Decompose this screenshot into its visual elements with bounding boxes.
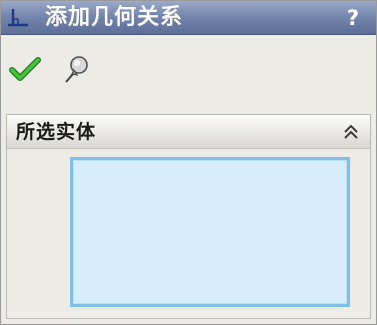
title-bar: 添加几何关系 ? [1,1,376,35]
pushpin-icon [65,56,88,83]
selected-entities-group: 所选实体 [6,114,371,319]
collapse-button[interactable] [340,121,362,143]
selected-entities-list[interactable] [70,157,350,307]
add-relation-icon [7,7,29,29]
panel-title: 添加几何关系 [45,5,184,30]
checkmark-icon [9,57,41,81]
help-button[interactable]: ? [344,5,362,31]
selected-entities-title: 所选实体 [16,121,97,143]
ok-button[interactable] [9,56,41,84]
property-manager-panel: 添加几何关系 ? 所选实体 [0,0,377,325]
selected-entities-header[interactable]: 所选实体 [7,115,370,149]
double-chevron-up-icon [344,124,358,139]
toolbar [1,36,376,106]
keep-visible-button[interactable] [61,54,93,86]
